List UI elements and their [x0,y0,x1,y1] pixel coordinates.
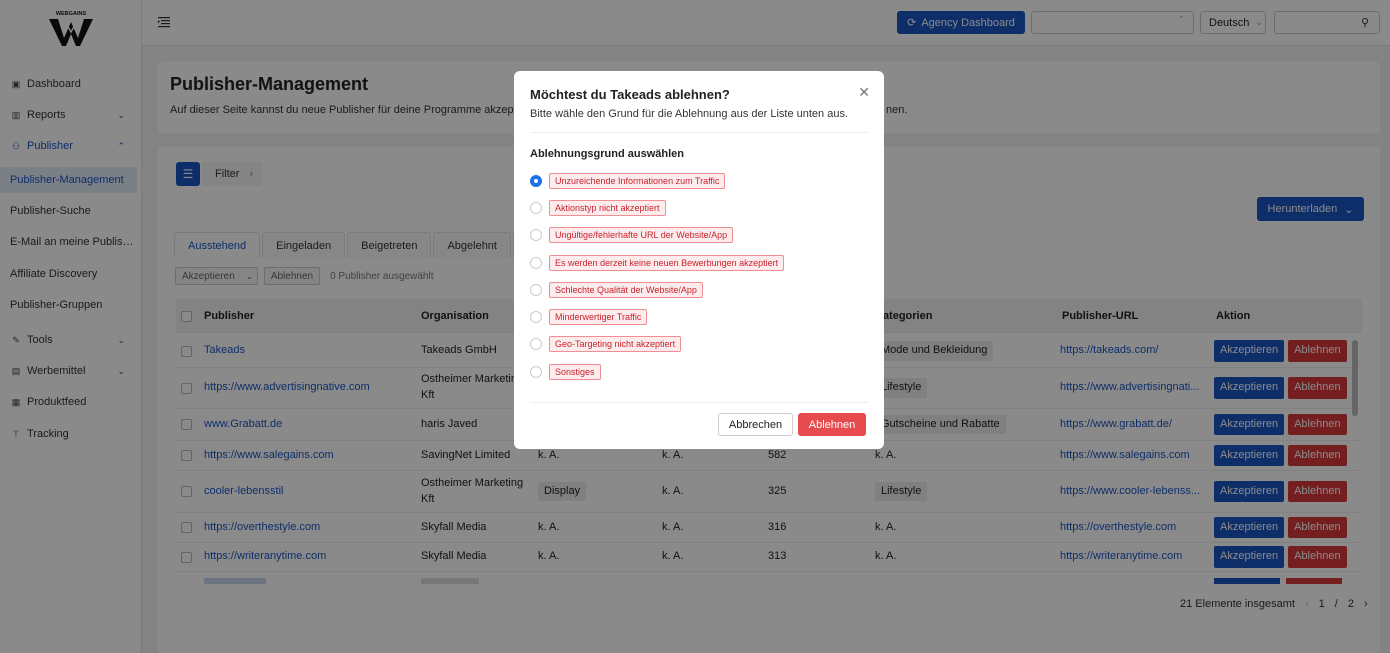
reason-label: Unzureichende Informationen zum Traffic [549,173,726,189]
reason-label: Sonstiges [549,364,601,380]
radio-button[interactable] [530,229,542,241]
reason-label: Ungültige/fehlerhafte URL der Website/Ap… [549,227,734,243]
reason-label: Geo-Targeting nicht akzeptiert [549,336,682,352]
radio-button[interactable] [530,202,542,214]
reason-option[interactable]: Schlechte Qualität der Website/App [530,281,860,299]
reason-label: Minderwertiger Traffic [549,309,648,325]
reason-option[interactable]: Ungültige/fehlerhafte URL der Website/Ap… [530,226,860,244]
confirm-reject-button[interactable]: Ablehnen [798,413,866,436]
close-icon[interactable]: ✕ [858,84,870,101]
reason-label: Aktionstyp nicht akzeptiert [549,200,666,216]
reason-option[interactable]: Aktionstyp nicht akzeptiert [530,199,860,217]
divider [530,402,868,403]
dialog-subtitle: Bitte wähle den Grund für die Ablehnung … [530,108,848,120]
radio-button[interactable] [530,284,542,296]
radio-button[interactable] [530,257,542,269]
reason-option[interactable]: Unzureichende Informationen zum Traffic [530,172,860,190]
reason-option[interactable]: Sonstiges [530,363,860,381]
reason-group-label: Ablehnungsgrund auswählen [530,148,685,160]
radio-button[interactable] [530,338,542,350]
reason-option[interactable]: Minderwertiger Traffic [530,308,860,326]
cancel-button[interactable]: Abbrechen [718,413,793,436]
reject-reason-dialog: Möchtest du Takeads ablehnen? ✕ Bitte wä… [514,71,884,449]
radio-button[interactable] [530,366,542,378]
radio-button[interactable] [530,311,542,323]
dialog-title: Möchtest du Takeads ablehnen? [530,87,730,102]
divider [530,132,868,133]
radio-selected[interactable] [530,175,542,187]
reason-option[interactable]: Es werden derzeit keine neuen Bewerbunge… [530,254,860,272]
reason-label: Es werden derzeit keine neuen Bewerbunge… [549,255,785,271]
reason-label: Schlechte Qualität der Website/App [549,282,703,298]
reason-option[interactable]: Geo-Targeting nicht akzeptiert [530,335,860,353]
